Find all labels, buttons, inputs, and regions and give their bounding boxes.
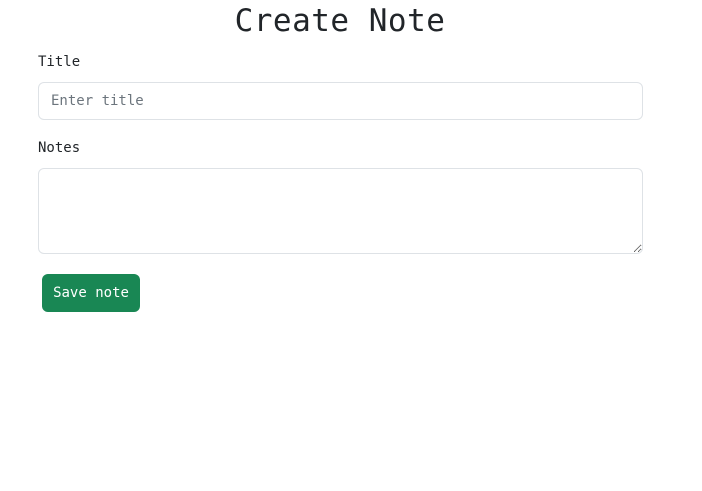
notes-textarea[interactable] [38, 168, 643, 254]
notes-label: Notes [38, 140, 81, 156]
page-title: Create Note [234, 3, 446, 39]
save-note-button[interactable]: Save note [42, 274, 140, 312]
title-label: Title [38, 54, 81, 70]
title-input[interactable] [38, 82, 643, 120]
create-note-page: Create Note Title Notes Save note [0, 0, 702, 491]
